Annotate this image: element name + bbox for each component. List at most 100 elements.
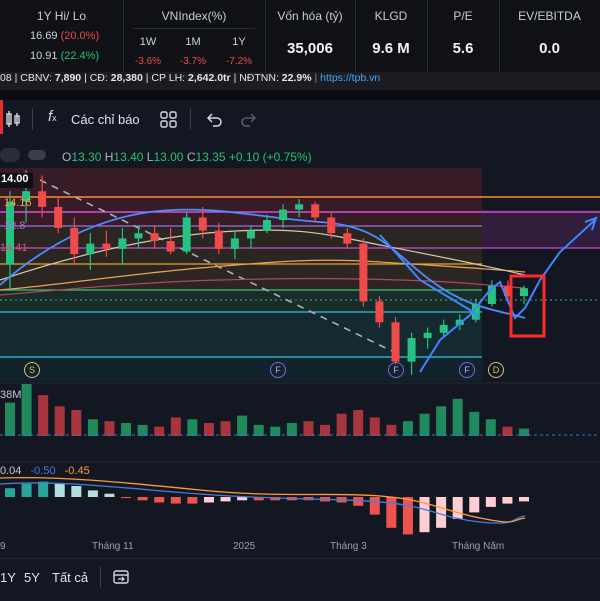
x-label-0: 9 (0, 541, 6, 552)
layout-grid-icon[interactable] (160, 111, 178, 129)
volume-bar (203, 423, 214, 436)
macd-bar (237, 497, 248, 501)
event-marker-d[interactable]: D (488, 362, 504, 378)
candle-body (214, 230, 223, 249)
vnindex-period-1w[interactable]: 1W (128, 36, 168, 48)
vnindex-period-1y[interactable]: 1Y (219, 36, 259, 48)
candle-type-icon[interactable] (4, 110, 22, 128)
candle-body (166, 241, 175, 252)
candle-body (375, 301, 384, 323)
macd-legend: 0.04 -0.50 -0.45 (0, 465, 90, 477)
redo-icon[interactable] (240, 111, 258, 129)
candle-body (263, 220, 271, 231)
candle-body (343, 233, 352, 244)
candle-body (198, 217, 207, 231)
range-5y-button[interactable]: 5Y (24, 570, 40, 585)
volume-bar (87, 419, 98, 436)
high-value: 13.40 (113, 150, 144, 164)
open-value: 13.30 (71, 150, 102, 164)
candle-body (279, 209, 288, 221)
candle-body (439, 324, 448, 333)
candle-body (38, 191, 47, 207)
candle-body (423, 332, 432, 339)
x-label-1: Tháng 11 (92, 541, 134, 552)
macd-value-1: 0.04 (0, 465, 22, 477)
event-marker-f1[interactable]: F (270, 362, 286, 378)
function-icon[interactable]: fx (48, 108, 57, 125)
hilo-high: 16.69 (20.0%) (30, 30, 99, 42)
volume-bar (187, 419, 198, 436)
volume-bar (286, 423, 297, 436)
volume-bar (121, 423, 132, 436)
range-all-button[interactable]: Tất cả (52, 570, 88, 585)
volume-bar (436, 406, 447, 436)
company-info-bar: 08 | CBNV: 7,890 | CĐ: 28,380 | CP LH: 2… (0, 72, 600, 90)
x-label-4: Tháng Năm (452, 541, 505, 552)
info-lead: 08 | (0, 72, 18, 84)
volume-bar (402, 421, 413, 436)
cd-value: 28,380 (110, 72, 143, 84)
macd-bar (187, 497, 198, 504)
indicators-button[interactable]: Các chỉ báo (71, 112, 140, 127)
candle-body (70, 227, 79, 255)
volume-cell: KLGD 9.6 M (355, 0, 428, 72)
vnindex-title: VNIndex(%) (161, 9, 227, 23)
vnindex-period-1m[interactable]: 1M (173, 36, 213, 48)
vnindex-value-1m: -3.7% (179, 56, 207, 67)
volume-bar (386, 424, 397, 436)
macd-value-2: -0.50 (30, 465, 56, 477)
cplh-label: | CP LH: (145, 72, 186, 84)
calendar-range-icon[interactable] (112, 568, 130, 586)
event-marker-s[interactable]: S (24, 362, 40, 378)
event-marker-f3[interactable]: F (459, 362, 475, 378)
ohlc-legend: O13.30 H13.40 L13.00 C13.35 +0.10 (+0.75… (62, 150, 312, 164)
pe-cell: P/E 5.6 (427, 0, 500, 72)
hilo-low: 10.91 (22.4%) (30, 50, 99, 62)
x-label-2: 2025 (233, 541, 256, 552)
vnindex-divider (133, 28, 255, 29)
open-label: O (62, 150, 72, 164)
macd-bar (469, 497, 480, 513)
candle-body (182, 217, 191, 252)
ev-ebitda-cell: EV/EBITDA 0.0 (499, 0, 600, 72)
legend-toggle[interactable] (28, 150, 46, 160)
volume-bar (485, 419, 496, 436)
chart-svg[interactable] (0, 140, 600, 558)
volume-bar (21, 384, 32, 436)
volume-value: 9.6 M (372, 40, 410, 57)
candle-body (134, 233, 143, 239)
volume-bar (170, 417, 181, 436)
ndtnn-label: | NĐTNN: (233, 72, 279, 84)
candle-body (54, 206, 63, 228)
volume-bar (303, 421, 314, 436)
hilo-high-value: 16.69 (30, 30, 58, 42)
price-label-top: 14.00 (0, 173, 33, 188)
symbol-pill[interactable] (0, 148, 20, 162)
macd-bar (154, 497, 165, 503)
volume-bar (353, 410, 364, 436)
volume-bar (320, 424, 331, 436)
hilo-title: 1Y Hi/ Lo (36, 9, 87, 23)
website-link[interactable]: https://tpb.vn (320, 72, 380, 84)
candle-body (327, 217, 336, 234)
undo-icon[interactable] (205, 111, 223, 129)
toolbar-divider (32, 108, 33, 130)
zone-upper (0, 168, 482, 228)
volume-bar (469, 411, 480, 436)
candle-body (150, 233, 159, 242)
candle-body (295, 204, 304, 210)
zone-projection (482, 210, 600, 248)
volume-bar (220, 421, 231, 436)
macd-bar (452, 497, 463, 519)
volume-bar (71, 410, 82, 436)
market-cap-cell: Vốn hóa (tỷ) 35,006 (265, 0, 356, 72)
close-value: 13.35 (195, 150, 226, 164)
macd-bar (5, 488, 15, 497)
zone-low1 (0, 290, 482, 312)
candle-body (118, 238, 127, 249)
macd-bar (402, 497, 413, 535)
volume-bars (5, 384, 529, 436)
event-marker-f2[interactable]: F (388, 362, 404, 378)
volume-bar (137, 424, 148, 436)
range-1y-button[interactable]: 1Y (0, 570, 16, 585)
